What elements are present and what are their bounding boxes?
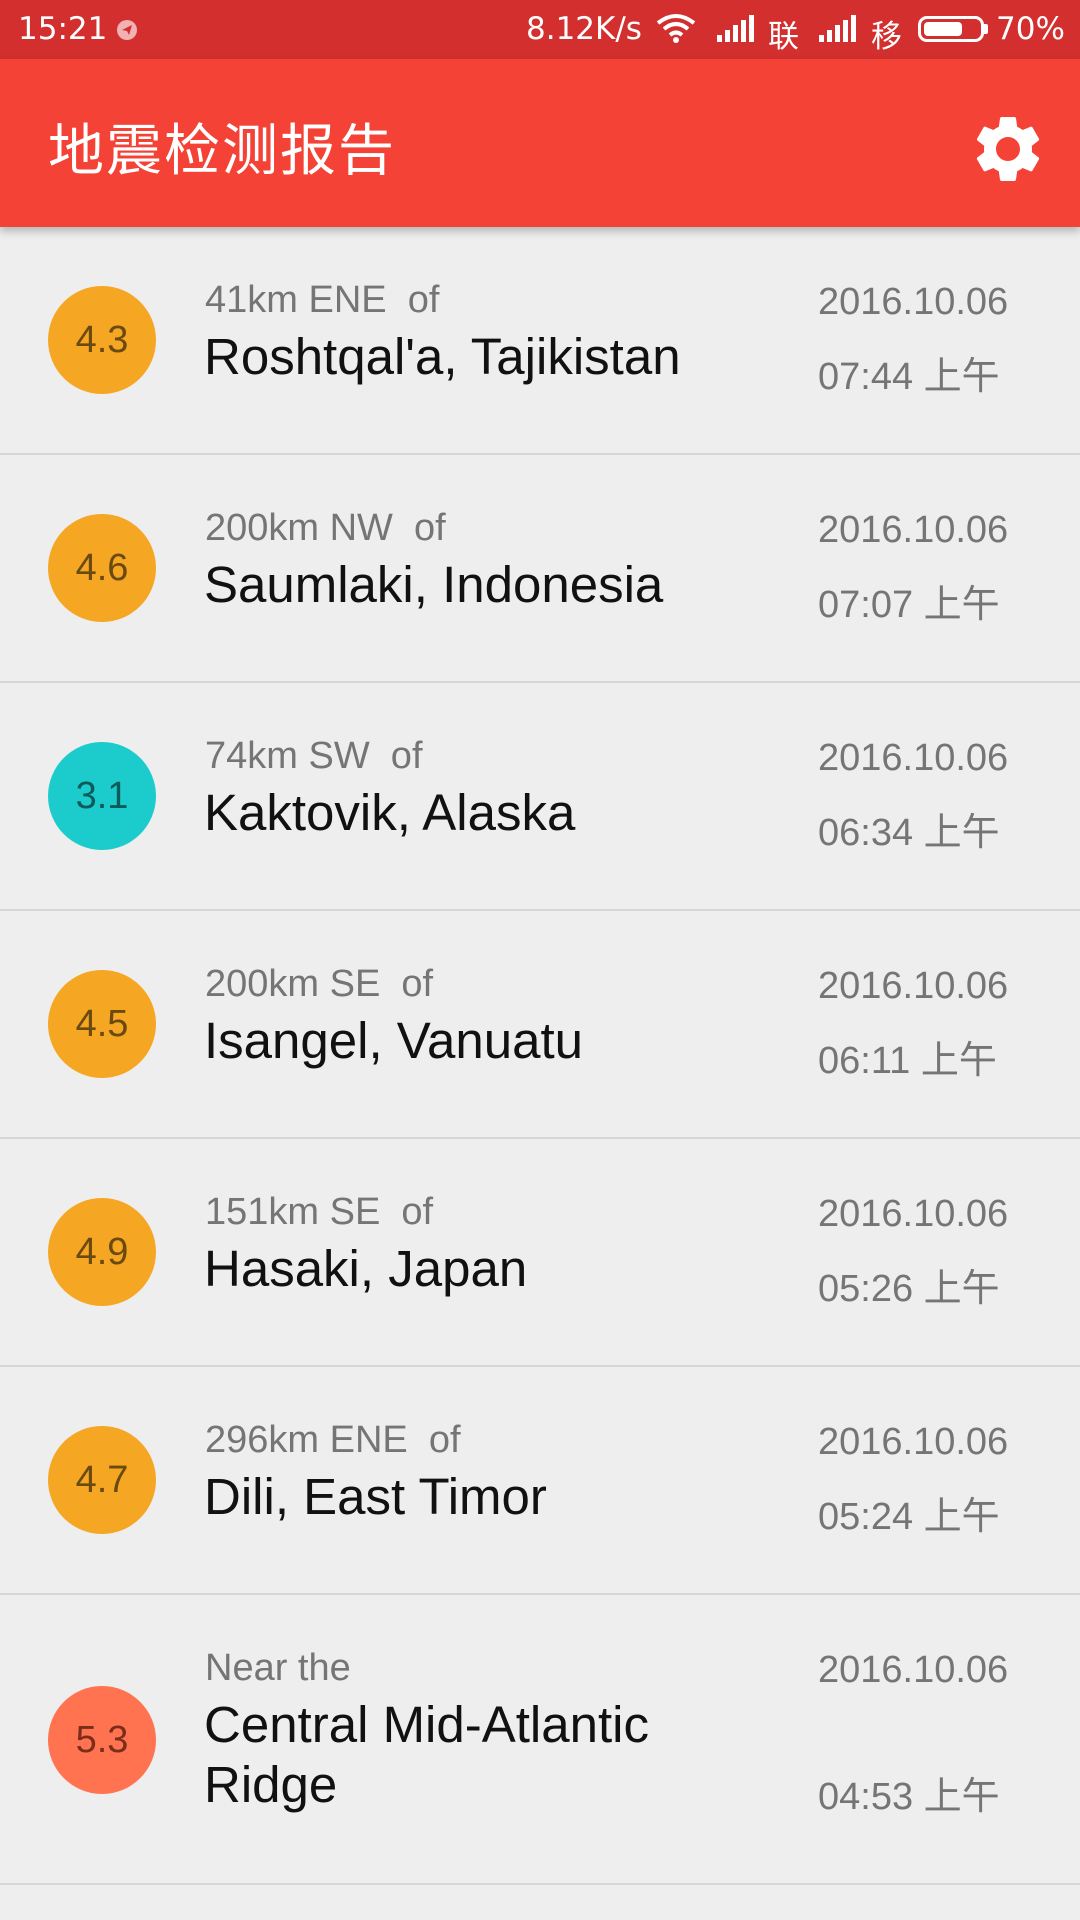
app-bar: 地震检测报告 — [0, 59, 1080, 227]
magnitude-badge: 5.3 — [48, 1686, 156, 1794]
signal-icon — [715, 15, 755, 51]
battery-fill — [924, 22, 962, 36]
distance-text: 74km SW of — [205, 735, 423, 777]
wifi-icon — [656, 13, 696, 51]
time-text: 05:26 上午 — [818, 1268, 1000, 1310]
status-time: 15:21 — [18, 11, 108, 47]
list-item[interactable]: 4.5 200km SE of Isangel, Vanuatu 2016.10… — [0, 911, 1080, 1139]
distance-text: Near the — [205, 1647, 351, 1689]
date-text: 2016.10.06 — [818, 737, 1009, 779]
magnitude-badge: 4.6 — [48, 514, 156, 622]
place-name: Central Mid-Atlantic Ridge — [204, 1696, 649, 1813]
magnitude-badge: 4.9 — [48, 1198, 156, 1306]
time-text: 06:11 上午 — [818, 1040, 997, 1082]
signal-icon — [817, 15, 857, 51]
date-text: 2016.10.06 — [818, 1421, 1009, 1463]
status-bar: 15:21 8.12K/s 联 移 70% — [0, 0, 1080, 59]
time-text: 07:07 上午 — [818, 584, 1000, 626]
list-item[interactable]: 4.3 41km ENE of Roshtqal'a, Tajikistan 2… — [0, 227, 1080, 455]
battery-percent: 70% — [996, 11, 1065, 47]
list-item[interactable]: 4.6 200km NW of Saumlaki, Indonesia 2016… — [0, 455, 1080, 683]
time-text: 06:34 上午 — [818, 812, 1000, 854]
date-text: 2016.10.06 — [818, 965, 1009, 1007]
place-name: Kaktovik, Alaska — [204, 784, 576, 841]
carrier1-label: 联 — [768, 19, 799, 55]
distance-text: 41km ENE of — [205, 279, 440, 321]
place-name: Isangel, Vanuatu — [204, 1012, 584, 1069]
magnitude-badge: 4.3 — [48, 286, 156, 394]
distance-text: 200km NW of — [205, 507, 446, 549]
magnitude-badge: 4.7 — [48, 1426, 156, 1534]
magnitude-badge: 4.5 — [48, 970, 156, 1078]
earthquake-list: 4.3 41km ENE of Roshtqal'a, Tajikistan 2… — [0, 227, 1080, 1885]
date-text: 2016.10.06 — [818, 1193, 1009, 1235]
list-item[interactable]: 3.1 74km SW of Kaktovik, Alaska 2016.10.… — [0, 683, 1080, 911]
battery-icon — [918, 16, 984, 42]
distance-text: 296km ENE of — [205, 1419, 461, 1461]
telegram-notification-icon — [117, 20, 137, 40]
date-text: 2016.10.06 — [818, 509, 1009, 551]
place-name: Saumlaki, Indonesia — [204, 556, 664, 613]
carrier2-label: 移 — [871, 19, 902, 55]
magnitude-badge: 3.1 — [48, 742, 156, 850]
settings-button[interactable] — [968, 109, 1048, 189]
date-text: 2016.10.06 — [818, 1649, 1009, 1691]
place-name: Hasaki, Japan — [204, 1240, 528, 1297]
list-item[interactable]: 4.7 296km ENE of Dili, East Timor 2016.1… — [0, 1367, 1080, 1595]
list-item[interactable]: 4.9 151km SE of Hasaki, Japan 2016.10.06… — [0, 1139, 1080, 1367]
distance-text: 200km SE of — [205, 963, 434, 1005]
place-name: Dili, East Timor — [204, 1468, 547, 1525]
date-text: 2016.10.06 — [818, 281, 1009, 323]
time-text: 05:24 上午 — [818, 1496, 1000, 1538]
gear-icon — [976, 116, 1040, 181]
list-item[interactable]: 5.3 Near the Central Mid-Atlantic Ridge … — [0, 1595, 1080, 1885]
network-speed: 8.12K/s — [526, 11, 642, 47]
place-name: Roshtqal'a, Tajikistan — [204, 328, 681, 385]
distance-text: 151km SE of — [205, 1191, 434, 1233]
battery-tip — [984, 24, 988, 34]
time-text: 07:44 上午 — [818, 356, 1000, 398]
time-text: 04:53 上午 — [818, 1776, 1000, 1818]
page-title: 地震检测报告 — [48, 119, 396, 184]
